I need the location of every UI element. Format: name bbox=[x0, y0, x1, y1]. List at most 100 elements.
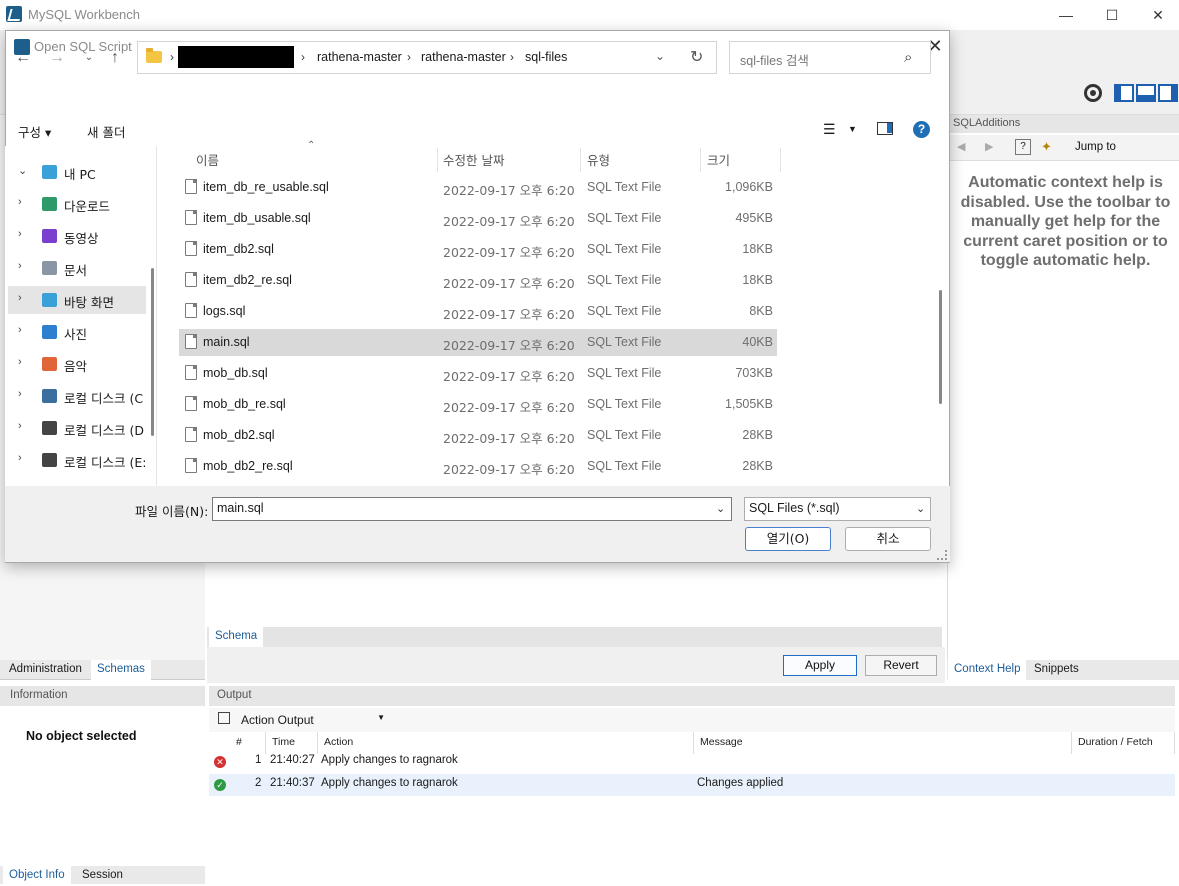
expand-chevron-icon[interactable]: › bbox=[18, 292, 22, 304]
chevron-down-icon[interactable]: ⌄ bbox=[716, 502, 725, 515]
col-name[interactable]: 이름 bbox=[196, 150, 219, 169]
tab-context-help[interactable]: Context Help bbox=[948, 660, 1027, 680]
tab-schemas[interactable]: Schemas bbox=[91, 660, 151, 680]
jump-to-dropdown[interactable]: Jump to bbox=[1075, 141, 1116, 153]
manual-help-icon[interactable]: ? bbox=[1015, 139, 1031, 155]
minimize-button[interactable]: — bbox=[1043, 0, 1089, 30]
toggle-output-icon[interactable] bbox=[1136, 84, 1156, 102]
refresh-icon[interactable]: ↻ bbox=[690, 47, 703, 67]
file-type-filter-select[interactable]: SQL Files (*.sql) bbox=[744, 497, 931, 521]
sql-file-icon bbox=[185, 303, 197, 318]
nav-item[interactable]: › 문서 bbox=[8, 254, 146, 282]
expand-chevron-icon[interactable]: › bbox=[18, 324, 22, 336]
row-action: Apply changes to ragnarok bbox=[321, 777, 458, 789]
auto-help-icon[interactable]: ✦ bbox=[1041, 139, 1052, 155]
preview-pane-icon[interactable] bbox=[877, 122, 893, 135]
resize-grip-icon[interactable] bbox=[937, 550, 947, 560]
column-divider[interactable] bbox=[580, 148, 581, 172]
nav-item[interactable]: › 음악 bbox=[8, 350, 146, 378]
tab-snippets[interactable]: Snippets bbox=[1028, 660, 1085, 680]
file-name: item_db2.sql bbox=[203, 242, 274, 256]
copy-icon[interactable] bbox=[218, 712, 230, 724]
file-row[interactable]: item_db2.sql 2022-09-17 오후 6:20 SQL Text F… bbox=[179, 236, 777, 263]
column-divider[interactable] bbox=[700, 148, 701, 172]
tab-schema[interactable]: Schema bbox=[209, 627, 264, 648]
tab-session[interactable]: Session bbox=[76, 866, 129, 886]
cancel-button[interactable]: 취소 bbox=[845, 527, 931, 551]
nav-item[interactable]: › 다운로드 bbox=[8, 190, 146, 218]
up-folder-arrow-icon[interactable]: ↑ bbox=[104, 47, 126, 69]
tab-administration[interactable]: Administration bbox=[3, 660, 88, 680]
file-date: 2022-09-17 오후 6:20 bbox=[443, 276, 575, 291]
chevron-down-icon[interactable]: ▼ bbox=[848, 124, 857, 134]
navigation-scrollbar[interactable] bbox=[151, 268, 154, 436]
information-header: Information bbox=[0, 686, 205, 706]
nav-item[interactable]: › 로컬 디스크 (C bbox=[8, 382, 146, 410]
new-folder-button[interactable]: 새 폴더 bbox=[87, 122, 125, 141]
view-options-icon[interactable]: ☰ bbox=[823, 121, 836, 138]
col-date-modified[interactable]: 수정한 날짜 bbox=[443, 150, 504, 169]
nav-item[interactable]: › 로컬 디스크 (D bbox=[8, 414, 146, 442]
recent-locations-chevron-icon[interactable]: ⌄ bbox=[78, 47, 100, 69]
row-action: Apply changes to ragnarok bbox=[321, 754, 458, 766]
file-row[interactable]: item_db_usable.sql 2022-09-17 오후 6:20 SQL … bbox=[179, 205, 777, 232]
breadcrumb-sql-files[interactable]: sql-files bbox=[525, 50, 567, 64]
output-header: Output bbox=[209, 686, 1175, 706]
help-icon[interactable]: ? bbox=[913, 121, 930, 138]
file-row[interactable]: logs.sql 2022-09-17 오후 6:20 SQL Text File 8… bbox=[179, 298, 777, 325]
output-row[interactable]: ✕ 1 21:40:27 Apply changes to ragnarok bbox=[209, 751, 1175, 773]
breadcrumb-rathena-master-inner[interactable]: rathena-master bbox=[421, 50, 506, 64]
close-window-button[interactable]: ✕ bbox=[1135, 0, 1179, 30]
expand-chevron-icon[interactable]: › bbox=[18, 388, 22, 400]
toggle-sidebar-icon[interactable] bbox=[1114, 84, 1134, 102]
file-row[interactable]: mob_db_re.sql 2022-09-17 오후 6:20 SQL Text … bbox=[179, 391, 777, 418]
right-panel-tabs: Context Help Snippets bbox=[947, 660, 1179, 680]
revert-button[interactable]: Revert bbox=[865, 655, 937, 676]
organize-menu-button[interactable]: 구성 ▾ bbox=[18, 122, 51, 141]
open-button[interactable]: 열기(O) bbox=[745, 527, 831, 551]
file-row[interactable]: item_db2_re.sql 2022-09-17 오후 6:20 SQL Tex… bbox=[179, 267, 777, 294]
forward-arrow-icon[interactable]: ▶ bbox=[985, 140, 993, 153]
nav-item[interactable]: › 바탕 화면 bbox=[8, 286, 146, 314]
file-size: 28KB bbox=[742, 428, 773, 442]
column-divider[interactable] bbox=[780, 148, 781, 172]
forward-arrow-icon[interactable]: → bbox=[46, 47, 68, 69]
col-size[interactable]: 크기 bbox=[707, 150, 730, 169]
output-row[interactable]: ✓ 2 21:40:37 Apply changes to ragnarok C… bbox=[209, 774, 1175, 796]
file-row[interactable]: mob_db2.sql 2022-09-17 오후 6:20 SQL Text Fi… bbox=[179, 422, 777, 449]
expand-chevron-icon[interactable]: › bbox=[18, 228, 22, 240]
breadcrumb-rathena-master[interactable]: rathena-master bbox=[317, 50, 402, 64]
file-row[interactable]: main.sql 2022-09-17 오후 6:20 SQL Text File 4… bbox=[179, 329, 777, 356]
col-type[interactable]: 유형 bbox=[587, 150, 610, 169]
file-type: SQL Text File bbox=[587, 273, 662, 287]
tab-object-info[interactable]: Object Info bbox=[3, 866, 71, 886]
back-arrow-icon[interactable]: ◀ bbox=[957, 140, 965, 153]
maximize-button[interactable]: ☐ bbox=[1089, 0, 1135, 30]
file-row[interactable]: mob_db2_re.sql 2022-09-17 오후 6:20 SQL Text… bbox=[179, 453, 777, 480]
action-output-select[interactable]: Action Output ▼ bbox=[237, 711, 387, 730]
filename-input[interactable]: main.sql bbox=[212, 497, 732, 521]
chevron-down-icon[interactable]: ⌄ bbox=[916, 502, 925, 515]
breadcrumb-separator-icon: › bbox=[407, 50, 411, 64]
toggle-secondary-sidebar-icon[interactable] bbox=[1158, 84, 1178, 102]
column-divider[interactable] bbox=[437, 148, 438, 172]
nav-item[interactable]: › 사진 bbox=[8, 318, 146, 346]
expand-chevron-icon[interactable]: › bbox=[18, 196, 22, 208]
back-arrow-icon[interactable]: ← bbox=[12, 47, 34, 69]
file-row[interactable]: mob_db.sql 2022-09-17 오후 6:20 SQL Text Fil… bbox=[179, 360, 777, 387]
file-row[interactable]: item_db_re_usable.sql 2022-09-17 오후 6:20 S… bbox=[179, 174, 777, 201]
filename-label: 파일 이름(N): bbox=[135, 504, 209, 519]
chevron-down-icon[interactable]: ⌄ bbox=[655, 49, 665, 63]
expand-chevron-icon[interactable]: › bbox=[18, 452, 22, 464]
nav-item[interactable]: › 동영상 bbox=[8, 222, 146, 250]
nav-item[interactable]: ⌄ 내 PC bbox=[8, 158, 146, 186]
file-list-scrollbar[interactable] bbox=[939, 290, 942, 404]
expand-chevron-icon[interactable]: › bbox=[18, 420, 22, 432]
expand-chevron-icon[interactable]: ⌄ bbox=[18, 164, 27, 177]
search-icon[interactable]: ⌕ bbox=[904, 49, 912, 66]
expand-chevron-icon[interactable]: › bbox=[18, 356, 22, 368]
nav-item[interactable]: › 로컬 디스크 (E: bbox=[8, 446, 146, 474]
settings-icon[interactable] bbox=[1084, 84, 1102, 102]
apply-button[interactable]: Apply bbox=[783, 655, 857, 676]
expand-chevron-icon[interactable]: › bbox=[18, 260, 22, 272]
